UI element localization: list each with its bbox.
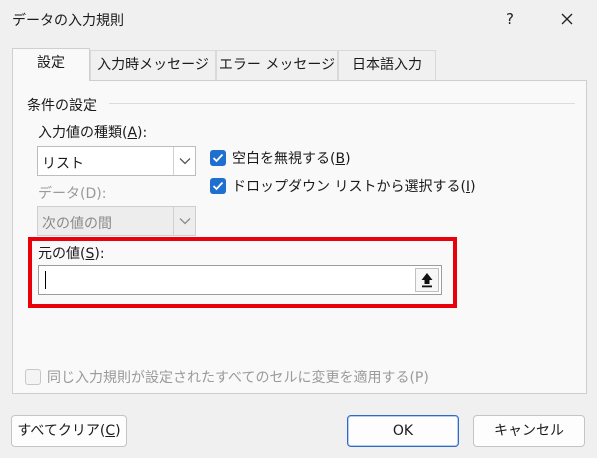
collapse-dialog-button[interactable] [415, 268, 439, 292]
tab-ime-mode[interactable]: 日本語入力 [338, 50, 436, 80]
source-label: 元の値(S): [38, 246, 105, 262]
chevron-down-icon[interactable] [173, 147, 195, 175]
allow-dropdown-value: リスト [42, 156, 84, 172]
clear-all-button[interactable]: すべてクリア(C) [11, 415, 127, 447]
in-cell-dropdown-checkbox[interactable]: ドロップダウン リストから選択する(I) [210, 176, 476, 196]
ignore-blank-checkbox[interactable]: 空白を無視する(B) [210, 148, 351, 168]
window-title: データの入力規則 [12, 13, 124, 29]
help-button[interactable]: ? [496, 6, 524, 32]
ok-button[interactable]: OK [347, 415, 459, 447]
checkmark-icon [210, 178, 226, 194]
range-select-icon [421, 273, 433, 288]
data-label: データ(D): [38, 186, 107, 202]
tab-error-alert[interactable]: エラー メッセージ [216, 50, 338, 80]
data-dropdown: 次の値の間 [37, 206, 196, 236]
allow-dropdown[interactable]: リスト [37, 146, 196, 176]
text-caret [45, 271, 46, 289]
checkmark-icon [210, 150, 226, 166]
apply-all-checkbox: 同じ入力規則が設定されたすべてのセルに変更を適用する(P) [25, 367, 429, 387]
chevron-down-icon [173, 207, 195, 235]
allow-label: 入力値の種類(A): [38, 125, 148, 141]
tab-input-message[interactable]: 入力時メッセージ [90, 50, 216, 80]
close-button[interactable] [552, 6, 582, 32]
in-cell-dropdown-label: ドロップダウン リストから選択する(I) [232, 179, 476, 195]
ignore-blank-label: 空白を無視する(B) [232, 151, 351, 167]
cancel-button[interactable]: キャンセル [473, 415, 585, 447]
validation-criteria-heading: 条件の設定 [27, 98, 97, 114]
source-input[interactable] [38, 265, 442, 295]
tab-settings[interactable]: 設定 [12, 48, 90, 81]
apply-all-label: 同じ入力規則が設定されたすべてのセルに変更を適用する(P) [47, 370, 429, 386]
data-dropdown-value: 次の値の間 [42, 216, 112, 232]
checkbox-empty-icon [25, 369, 41, 385]
close-icon [561, 13, 573, 25]
group-divider [109, 103, 575, 104]
title-bar: データの入力規則 ? [0, 0, 597, 38]
